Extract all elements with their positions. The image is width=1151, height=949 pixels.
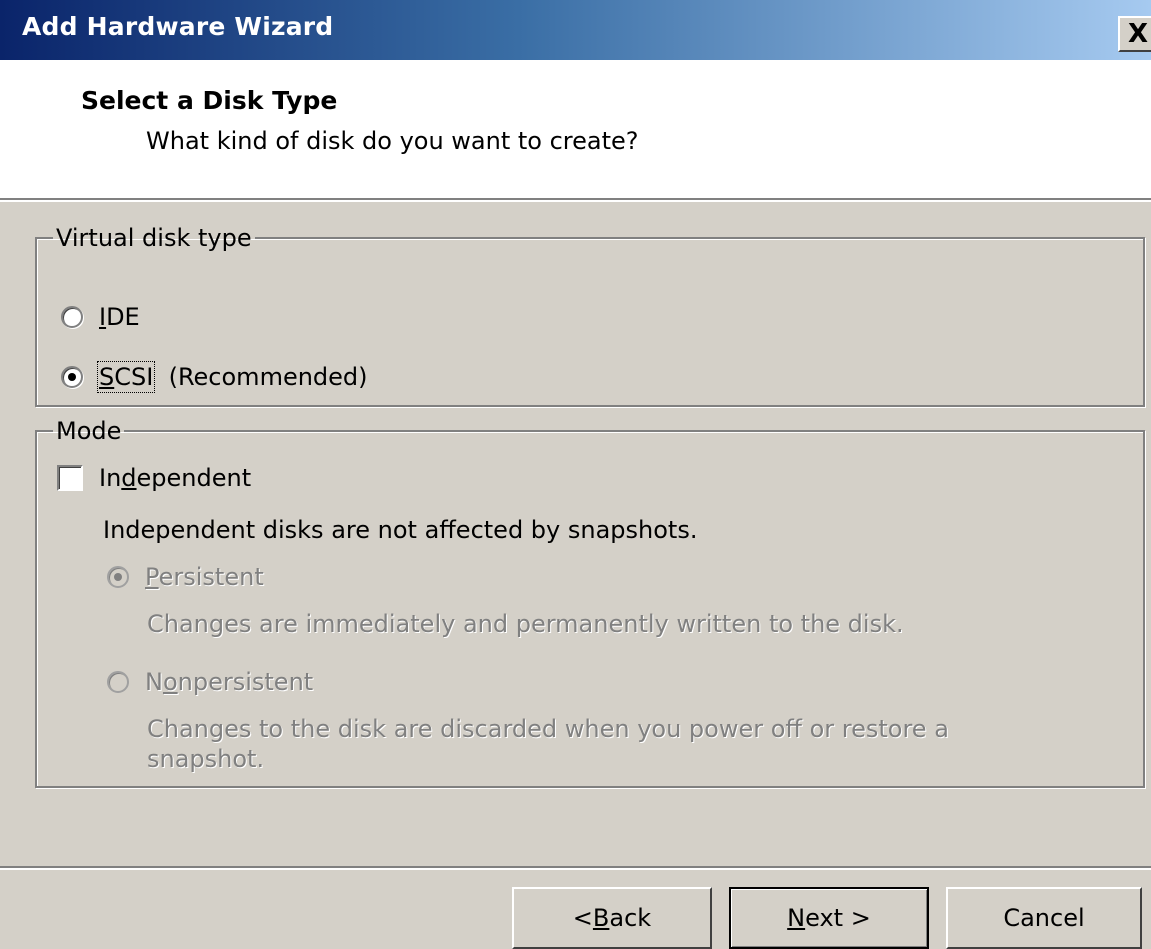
disk-type-legend: Virtual disk type [56,224,252,252]
radio-selected-dot [68,373,76,381]
independent-option[interactable]: Independent [57,464,251,492]
scsi-recommended-note: (Recommended) [168,363,368,391]
scsi-option[interactable]: SCSI (Recommended) [61,361,368,393]
page-subtitle: What kind of disk do you want to create? [146,127,639,155]
window-title: Add Hardware Wizard [22,12,334,41]
close-icon: X [1128,19,1149,49]
nonpersistent-description-line2: snapshot. [147,745,265,773]
nonpersistent-option[interactable]: Nonpersistent [107,668,313,696]
disk-type-group: Virtual disk type IDE SCSI (Recommended) [35,225,1145,407]
ide-option[interactable]: IDE [61,303,140,331]
scsi-radio[interactable] [61,366,83,388]
back-button[interactable]: < Back [512,887,712,949]
persistent-radio[interactable] [107,566,129,588]
nonpersistent-description-line1: Changes to the disk are discarded when y… [147,715,949,743]
independent-checkbox[interactable] [57,465,83,491]
button-separator [0,866,1151,870]
nonpersistent-radio[interactable] [107,671,129,693]
radio-selected-dot [114,573,122,581]
cancel-button[interactable]: Cancel [946,887,1142,949]
mode-group: Mode Independent Independent disks are n… [35,418,1145,788]
page-title: Select a Disk Type [81,86,338,115]
independent-label[interactable]: Independent [99,464,251,492]
wizard-header: Select a Disk Type What kind of disk do … [0,60,1151,200]
persistent-label[interactable]: Persistent [145,563,264,591]
close-button[interactable]: X [1118,16,1151,52]
focus-rect: SCSI [96,361,156,393]
persistent-description: Changes are immediately and permanently … [147,610,904,638]
scsi-label[interactable]: SCSI (Recommended) [96,361,368,393]
nonpersistent-label[interactable]: Nonpersistent [145,668,313,696]
title-bar: Add Hardware Wizard X [0,0,1151,60]
ide-label[interactable]: IDE [99,303,140,331]
persistent-option[interactable]: Persistent [107,563,264,591]
ide-radio[interactable] [61,306,83,328]
mode-legend: Mode [56,417,122,445]
independent-note: Independent disks are not affected by sn… [103,516,698,544]
next-button[interactable]: Next > [729,887,929,949]
nonpersistent-description: Changes to the disk are discarded when y… [147,714,949,774]
